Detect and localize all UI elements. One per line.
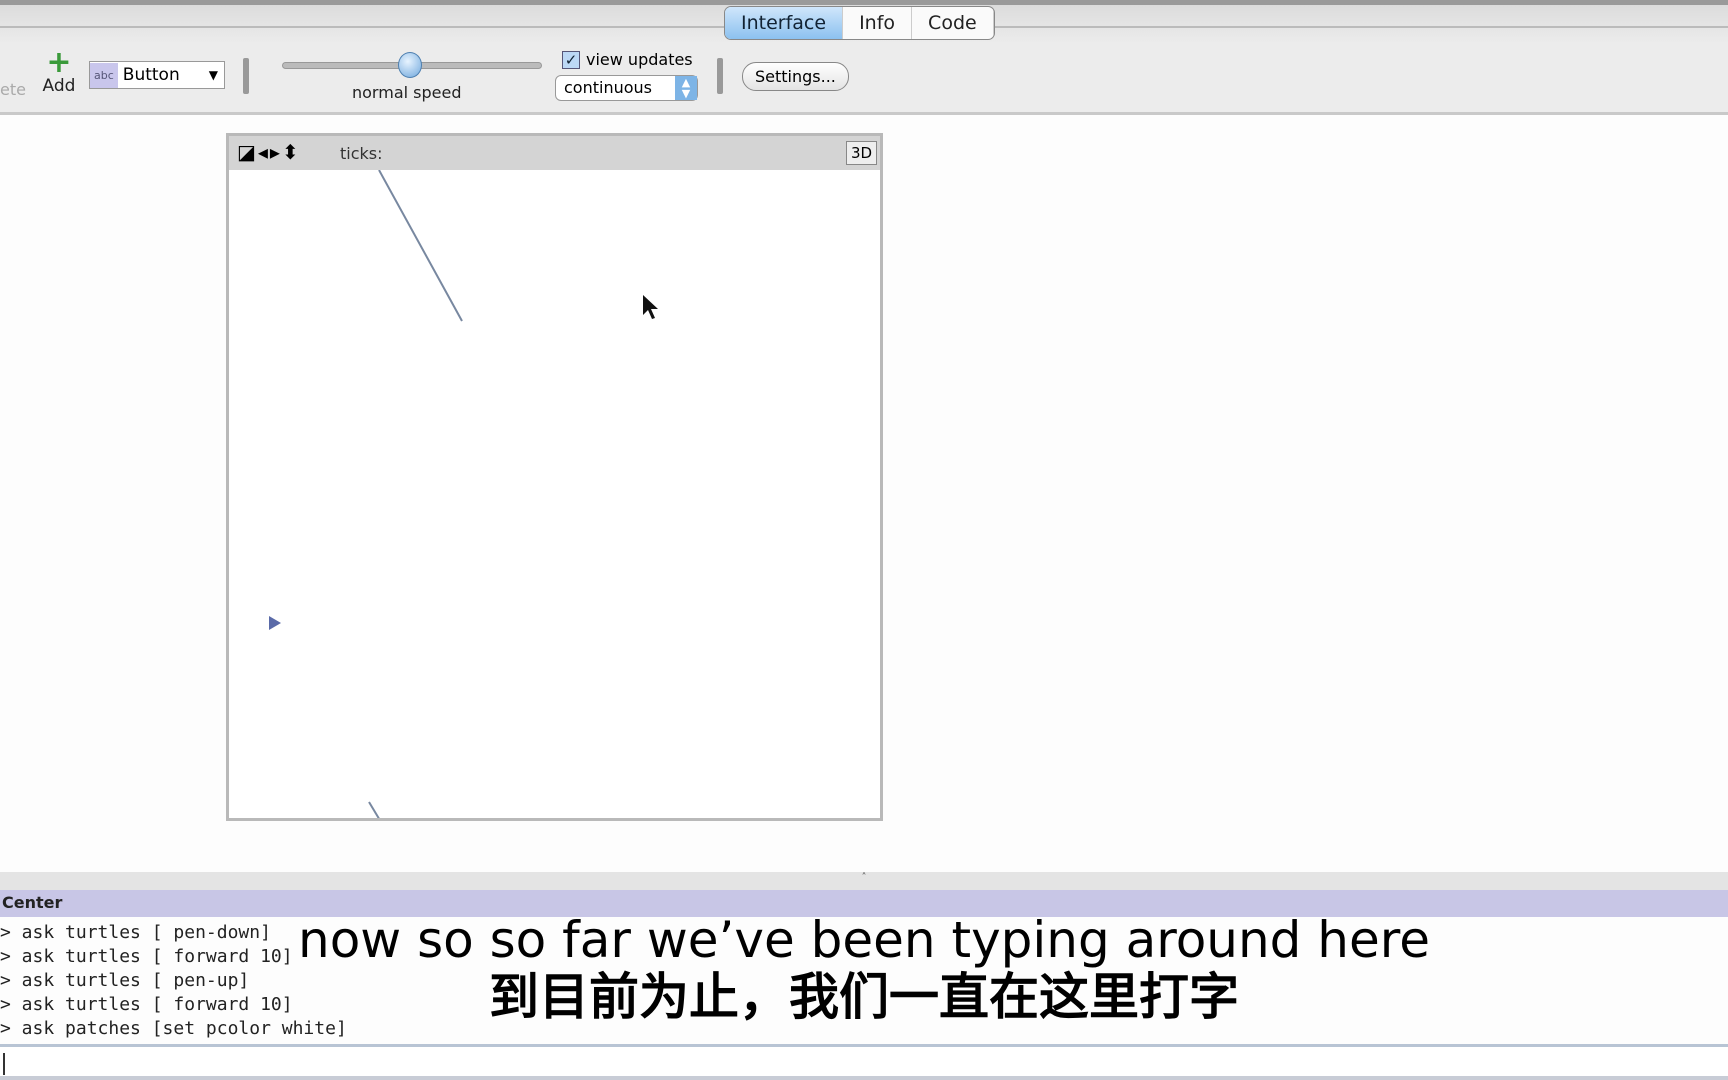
splitter-handle[interactable]: ˄ <box>0 872 1728 890</box>
widget-select-value: Button <box>122 65 180 85</box>
subtitle-chinese: 到目前为止，我们一直在这里打字 <box>489 968 1239 1026</box>
add-label: Add <box>42 76 76 96</box>
tab-info[interactable]: Info <box>843 7 913 39</box>
pen-trail <box>368 801 380 818</box>
widget-type-select[interactable]: abc Button ▼ <box>89 61 225 89</box>
chevron-down-icon: ▼ <box>208 68 218 82</box>
world-view[interactable]: ◪◂▸⬍ ticks: 3D <box>226 133 883 821</box>
view-header: ◪◂▸⬍ ticks: 3D <box>229 136 880 170</box>
button-widget-icon: abc <box>90 62 118 88</box>
tab-interface[interactable]: Interface <box>725 7 844 39</box>
tab-group: Interface Info Code <box>724 6 995 40</box>
mouse-cursor-icon <box>643 295 658 319</box>
delete-button[interactable]: ete <box>0 80 26 99</box>
add-button[interactable]: + Add <box>40 45 78 97</box>
ticks-label: ticks: <box>340 144 383 163</box>
tab-code[interactable]: Code <box>912 7 994 39</box>
3d-button[interactable]: 3D <box>846 141 878 165</box>
world-canvas <box>269 170 658 818</box>
separator <box>717 58 723 94</box>
speed-label: normal speed <box>352 83 462 102</box>
toolbar: ete + Add abc Button ▼ normal speed ✓ vi… <box>0 44 1728 115</box>
update-mode-value: continuous <box>564 78 652 97</box>
plus-icon: + <box>46 45 72 80</box>
separator <box>243 58 249 94</box>
command-input[interactable] <box>0 1044 1728 1080</box>
update-mode-select[interactable]: continuous ▲ ▼ <box>555 75 698 101</box>
turtle <box>269 616 281 630</box>
checkbox-icon[interactable]: ✓ <box>562 50 580 69</box>
pen-trail <box>378 170 463 322</box>
text-cursor <box>3 1053 5 1075</box>
speed-slider-handle[interactable] <box>398 52 422 78</box>
view-updates-label: view updates <box>586 50 693 69</box>
view-control-icons[interactable]: ◪◂▸⬍ <box>237 140 301 164</box>
view-updates-toggle[interactable]: ✓ view updates <box>562 50 693 69</box>
settings-button[interactable]: Settings... <box>742 62 849 91</box>
subtitle-english: now so so far we’ve been typing around h… <box>298 911 1430 969</box>
stepper-arrows-icon: ▲ ▼ <box>675 76 697 100</box>
